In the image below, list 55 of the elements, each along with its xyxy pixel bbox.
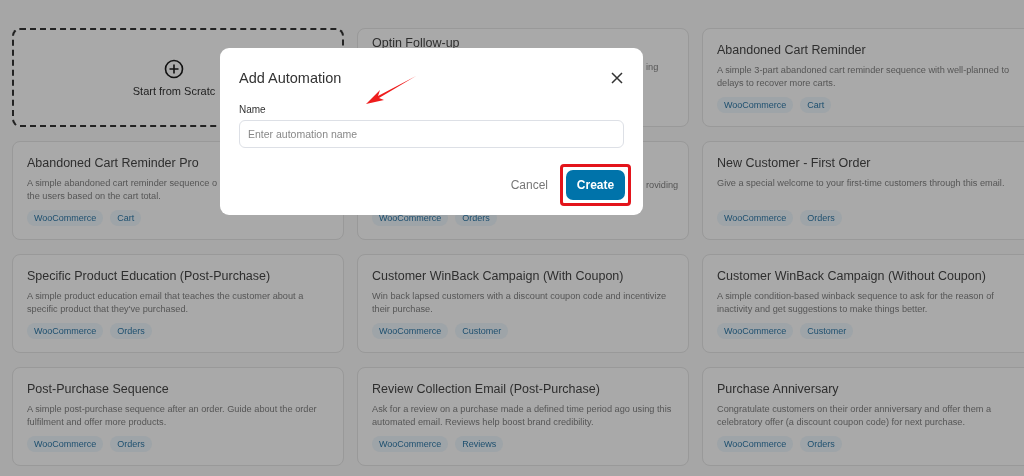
tag: WooCommerce bbox=[27, 436, 104, 452]
card-description: A simple product education email that teaches the customer about a bbox=[27, 290, 305, 303]
card-title: Customer WinBack Campaign (With Coupon) bbox=[372, 269, 625, 284]
card-title: Post-Purchase Sequence bbox=[27, 382, 170, 397]
card-description: Ask for a review on a purchase made a defined time period ago using this bbox=[372, 403, 673, 416]
card-title: New Customer - First Order bbox=[717, 156, 872, 171]
tag: Cart bbox=[800, 97, 832, 113]
card-description: the users based on the cart total. bbox=[27, 189, 162, 202]
card-description: Give a special welcome to your first-time customers through this email. bbox=[717, 177, 1006, 190]
card-description: celebratory offer (a discount coupon code) for next purchase. bbox=[717, 415, 967, 428]
card-title: Abandoned Cart Reminder Pro bbox=[27, 156, 200, 171]
dialog-title: Add Automation bbox=[239, 70, 342, 86]
tag: Customer bbox=[455, 323, 509, 339]
card-title: Specific Product Education (Post-Purchase) bbox=[27, 269, 272, 284]
card-description: ing bbox=[646, 61, 659, 74]
name-input[interactable]: Enter automation name bbox=[239, 120, 624, 148]
tag: WooCommerce bbox=[717, 436, 794, 452]
tag: Cart bbox=[110, 210, 142, 226]
tag: WooCommerce bbox=[372, 323, 449, 339]
card-description: their purchase. bbox=[372, 302, 434, 315]
tag: Customer bbox=[800, 323, 854, 339]
card-description: inactivity and get suggestions to make things better. bbox=[717, 302, 929, 315]
card-description: A simple 3-part abandoned cart reminder sequence with well-planned to bbox=[717, 64, 1011, 77]
tag: Orders bbox=[110, 323, 152, 339]
tag: WooCommerce bbox=[372, 436, 449, 452]
card-title: Abandoned Cart Reminder bbox=[717, 43, 867, 58]
card-title: Purchase Anniversary bbox=[717, 382, 840, 397]
card-description: specific product that they've purchased. bbox=[27, 302, 190, 315]
card-description: roviding bbox=[646, 179, 679, 192]
card-description: A simple condition-based winback sequence to ask for the reason of bbox=[717, 290, 995, 303]
card-title: Review Collection Email (Post-Purchase) bbox=[372, 382, 601, 397]
tag: Orders bbox=[800, 210, 842, 226]
tag: WooCommerce bbox=[717, 210, 794, 226]
card-description: A simple post-purchase sequence after an order. Guide about the order bbox=[27, 403, 318, 416]
card-description: Congratulate customers on their order anniversary and offer them a bbox=[717, 403, 993, 416]
card-description: automated email. Reviews help boost brand credibility. bbox=[372, 415, 595, 428]
card-description: delays to recover more carts. bbox=[717, 76, 837, 89]
cancel-button[interactable]: Cancel bbox=[510, 178, 548, 192]
create-button[interactable]: Create bbox=[566, 170, 625, 200]
card-description: A simple abandoned cart reminder sequence o bbox=[27, 177, 218, 190]
card-description: fulfilment and offer more products. bbox=[27, 415, 168, 428]
tag: Orders bbox=[800, 436, 842, 452]
tag: Reviews bbox=[455, 436, 504, 452]
card-title: Optin Follow-up bbox=[372, 36, 461, 51]
close-icon[interactable] bbox=[610, 71, 624, 85]
card-title: Start from Scratc bbox=[132, 84, 216, 97]
field-label: Name bbox=[239, 104, 267, 115]
tag: WooCommerce bbox=[27, 323, 104, 339]
tag: WooCommerce bbox=[717, 97, 794, 113]
tag: Orders bbox=[110, 436, 152, 452]
card-title: Customer WinBack Campaign (Without Coupon) bbox=[717, 269, 987, 284]
plus-circle-icon bbox=[164, 58, 184, 79]
card-description: Win back lapsed customers with a discount coupon code and incentivize bbox=[372, 290, 668, 303]
tag: WooCommerce bbox=[717, 323, 794, 339]
tag: WooCommerce bbox=[27, 210, 104, 226]
